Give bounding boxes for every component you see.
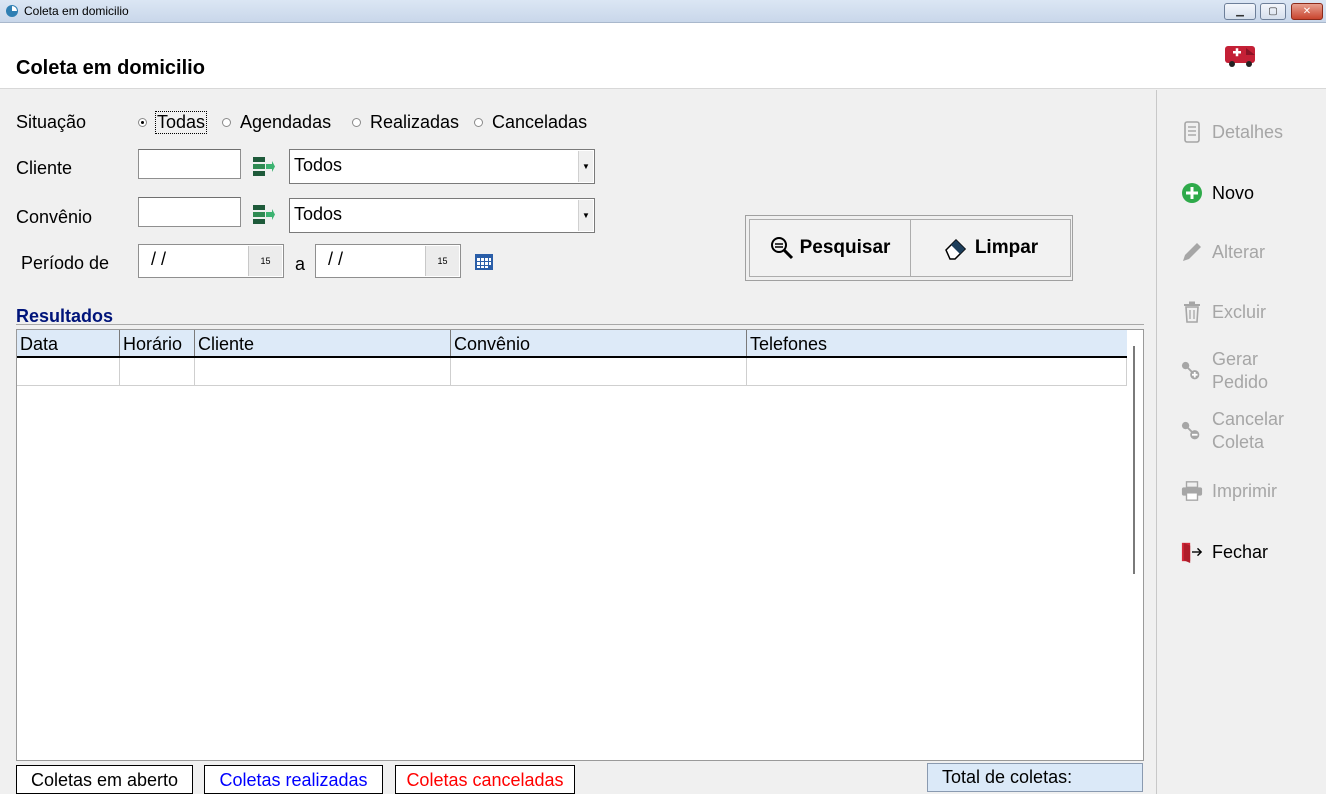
- window-title: Coleta em domicilio: [24, 4, 129, 18]
- link-remove-icon: [1181, 420, 1203, 444]
- detalhes-button[interactable]: Detalhes: [1181, 120, 1283, 144]
- app-icon: [6, 5, 18, 17]
- legend-realizadas: Coletas realizadas: [204, 765, 383, 794]
- periodo-separator: a: [295, 254, 306, 274]
- table-header: Data Horário Cliente Convênio Telefones: [17, 330, 1127, 358]
- page-title: Coleta em domicilio: [16, 57, 205, 79]
- document-icon: [1181, 120, 1203, 144]
- cancelar-coleta-button[interactable]: Cancelar Coleta: [1181, 408, 1284, 454]
- periodo-to-input[interactable]: / / 15: [315, 244, 461, 278]
- radio-todas[interactable]: Todas: [138, 111, 208, 134]
- table-cell: [451, 358, 747, 385]
- periodo-from-input[interactable]: / / 15: [138, 244, 284, 278]
- convenio-select-value: Todos: [294, 204, 343, 224]
- pencil-icon: [1181, 240, 1203, 264]
- plus-circle-icon: [1181, 181, 1203, 205]
- cliente-code-input[interactable]: [138, 149, 241, 179]
- detalhes-label: Detalhes: [1212, 121, 1284, 142]
- radio-realizadas-label: Realizadas: [370, 112, 460, 132]
- convenio-lookup-icon[interactable]: [253, 204, 275, 226]
- cliente-label: Cliente: [16, 158, 73, 178]
- printer-icon: [1181, 479, 1203, 503]
- vertical-scrollbar[interactable]: [1133, 346, 1135, 574]
- legend-canceladas: Coletas canceladas: [395, 765, 575, 794]
- radio-agendadas-label: Agendadas: [240, 112, 332, 132]
- excluir-label: Excluir: [1212, 301, 1267, 322]
- cancelar-coleta-label: Cancelar Coleta: [1212, 408, 1284, 454]
- table-cell: [120, 358, 195, 385]
- cancelar-label-line1: Cancelar: [1212, 409, 1285, 429]
- situacao-label: Situação: [16, 112, 87, 132]
- ambulance-icon: [1225, 46, 1255, 67]
- legend-aberto: Coletas em aberto: [16, 765, 193, 794]
- total-coletas: Total de coletas:: [927, 763, 1143, 792]
- radio-todas-label: Todas: [154, 111, 208, 134]
- fechar-label: Fechar: [1212, 541, 1269, 562]
- link-add-icon: [1181, 360, 1203, 384]
- pesquisar-button[interactable]: Pesquisar: [749, 219, 911, 277]
- action-button-group: Pesquisar Limpar: [745, 215, 1073, 281]
- limpar-button[interactable]: Limpar: [911, 219, 1071, 277]
- fechar-button[interactable]: Fechar: [1181, 540, 1268, 564]
- column-header-telefones[interactable]: Telefones: [747, 330, 1127, 356]
- eraser-icon: [944, 238, 966, 260]
- convenio-code-input[interactable]: [138, 197, 241, 227]
- cancelar-label-line2: Coleta: [1212, 432, 1265, 452]
- column-header-cliente[interactable]: Cliente: [195, 330, 451, 356]
- table-cell: [195, 358, 451, 385]
- radio-realizadas[interactable]: Realizadas: [352, 112, 459, 133]
- novo-label: Novo: [1212, 182, 1255, 203]
- convenio-label: Convênio: [16, 207, 93, 227]
- radio-dot: [222, 118, 231, 127]
- convenio-select[interactable]: Todos ▼: [289, 198, 595, 233]
- imprimir-button[interactable]: Imprimir: [1181, 479, 1277, 503]
- trash-icon: [1181, 300, 1203, 324]
- gerar-label-line1: Gerar: [1212, 349, 1259, 369]
- magnifier-icon: [770, 237, 793, 260]
- radio-dot: [352, 118, 361, 127]
- page-header: Coleta em domicilio: [0, 23, 1326, 89]
- calendar-grid-icon[interactable]: [475, 254, 493, 270]
- gerar-label-line2: Pedido: [1212, 372, 1269, 392]
- radio-canceladas[interactable]: Canceladas: [474, 112, 587, 133]
- title-bar: Coleta em domicilio ▁ ▢ ✕: [0, 0, 1326, 23]
- close-button[interactable]: ✕: [1291, 3, 1323, 20]
- column-header-convenio[interactable]: Convênio: [451, 330, 747, 356]
- novo-button[interactable]: Novo: [1181, 181, 1254, 205]
- radio-canceladas-label: Canceladas: [492, 112, 588, 132]
- radio-dot-selected: [138, 118, 147, 127]
- side-panel: Detalhes Novo Alterar Excluir Gerar Pedi…: [1156, 90, 1326, 794]
- imprimir-label: Imprimir: [1212, 480, 1277, 501]
- cliente-select-value: Todos: [294, 155, 343, 175]
- table-row[interactable]: [17, 358, 1127, 386]
- results-table[interactable]: Data Horário Cliente Convênio Telefones: [16, 329, 1144, 761]
- alterar-button[interactable]: Alterar: [1181, 240, 1265, 264]
- calendar-icon[interactable]: 15: [425, 246, 459, 276]
- table-cell: [747, 358, 1127, 385]
- chevron-down-icon[interactable]: ▼: [578, 151, 593, 182]
- minimize-button[interactable]: ▁: [1224, 3, 1256, 20]
- gerar-pedido-button[interactable]: Gerar Pedido: [1181, 348, 1268, 394]
- table-cell: [17, 358, 120, 385]
- exit-door-icon: [1181, 540, 1203, 564]
- column-header-horario[interactable]: Horário: [120, 330, 195, 356]
- alterar-label: Alterar: [1212, 241, 1266, 262]
- results-divider: [16, 324, 1144, 325]
- periodo-from-value: / /: [151, 249, 167, 269]
- radio-dot: [474, 118, 483, 127]
- gerar-pedido-label: Gerar Pedido: [1212, 348, 1268, 394]
- chevron-down-icon[interactable]: ▼: [578, 200, 593, 231]
- periodo-to-value: / /: [328, 249, 344, 269]
- excluir-button[interactable]: Excluir: [1181, 300, 1266, 324]
- limpar-label: Limpar: [974, 237, 1039, 258]
- column-header-data[interactable]: Data: [17, 330, 120, 356]
- radio-agendadas[interactable]: Agendadas: [222, 112, 331, 133]
- pesquisar-label: Pesquisar: [799, 237, 891, 258]
- maximize-button[interactable]: ▢: [1260, 3, 1286, 20]
- cliente-lookup-icon[interactable]: [253, 156, 275, 178]
- periodo-label: Período de: [21, 253, 110, 273]
- calendar-icon[interactable]: 15: [248, 246, 282, 276]
- cliente-select[interactable]: Todos ▼: [289, 149, 595, 184]
